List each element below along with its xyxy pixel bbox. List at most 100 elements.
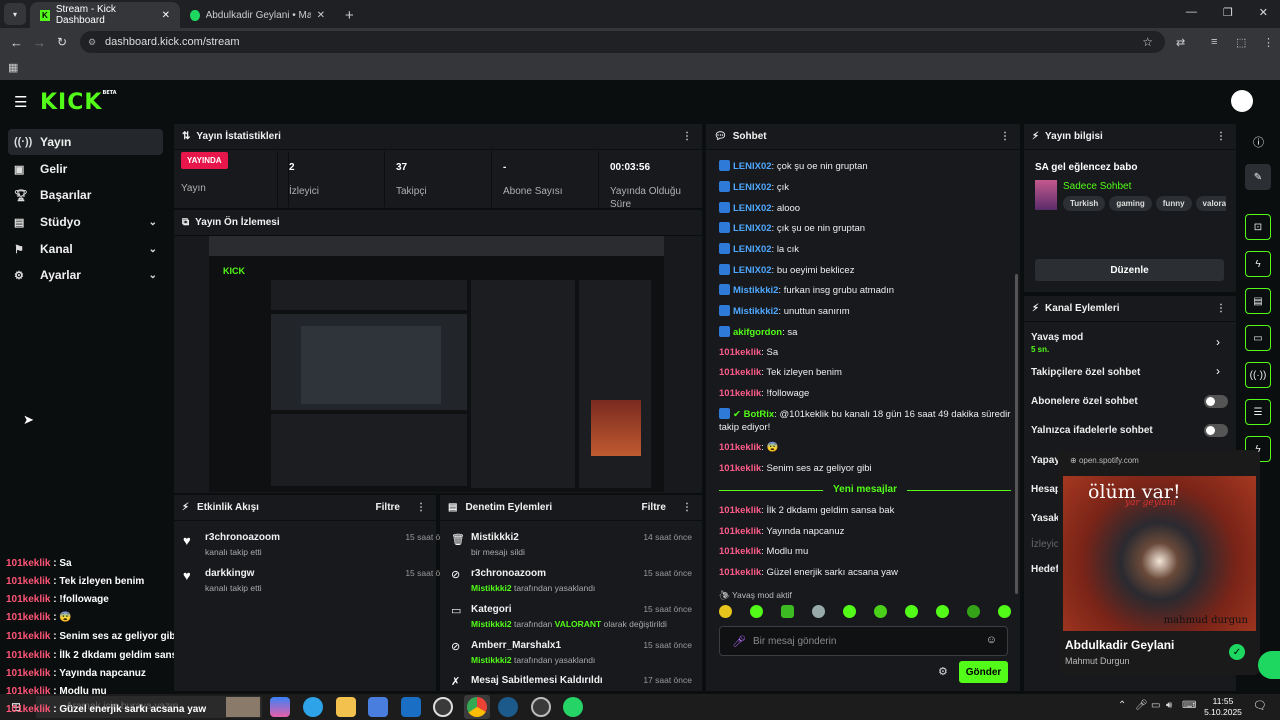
notification-icon[interactable]: 🗨︎ [1253,699,1267,712]
filter-button[interactable]: Filtre [642,502,666,513]
spotify-miniplayer[interactable]: ⊕ open.spotify.com ölüm var! yar geylani… [1058,450,1260,675]
tray-mic-icon[interactable]: 🎤︎ [1135,700,1148,711]
site-info-icon[interactable]: ⚙ [88,37,96,48]
rail-button-list[interactable]: ☰ [1245,399,1271,425]
filter-button[interactable]: Filtre [376,502,400,513]
sidebar-item-ayarlar[interactable]: ⚙ Ayarlar ⌄ [8,262,163,288]
rail-button-doc[interactable]: ▤ [1245,288,1271,314]
tray-clock[interactable]: 11:55 5.10.2025 [1204,696,1242,718]
info-icon[interactable]: ⓘ [1253,134,1264,150]
bookmark-star-icon[interactable]: ☆ [1142,35,1153,49]
emote-icon[interactable] [781,605,794,618]
chat-settings-icon[interactable]: ⚙ [938,665,948,678]
edit-button[interactable]: Düzenle [1035,259,1224,281]
rail-button-broadcast[interactable]: ((·)) [1245,362,1271,388]
chevron-down-icon[interactable]: ⌄ [149,270,157,281]
microphone-icon[interactable]: 🎤︎ [732,635,746,648]
chevron-down-icon[interactable]: ⌄ [149,244,157,255]
extensions-icon[interactable]: ⬚ [1236,36,1246,49]
media-control-icon[interactable]: ≡ [1211,36,1217,48]
close-tab-icon[interactable]: ✕ [162,10,170,21]
emote-icon[interactable] [998,605,1011,618]
badge-icon [719,305,730,316]
profile-avatar[interactable] [1231,90,1253,112]
tray-volume-icon[interactable]: 🔊︎ [1166,700,1172,711]
chat-message: LENIX02: la cık [719,243,799,255]
taskbar-app-steam[interactable] [498,697,518,717]
translate-icon[interactable]: ⇄ [1176,36,1185,49]
kebab-menu-icon[interactable]: ⋮ [1216,303,1226,314]
emotes-only-toggle[interactable] [1204,424,1228,437]
menu-icon[interactable]: ⋮ [1263,36,1274,49]
tag[interactable]: funny [1155,196,1192,211]
taskbar-app-outlook[interactable] [401,697,421,717]
kebab-menu-icon[interactable]: ⋮ [1216,131,1226,142]
emote-icon[interactable] [905,605,918,618]
sidebar-item-kanal[interactable]: ⚑ Kanal ⌄ [8,236,163,262]
floating-action-button[interactable] [1258,651,1280,679]
subs-only-toggle[interactable] [1204,395,1228,408]
tag[interactable]: Turkish [1063,196,1106,211]
category-name[interactable]: Sadece Sohbet [1063,181,1131,192]
hamburger-menu-icon[interactable]: ☰ [14,93,27,111]
emote-icon[interactable] [719,605,732,618]
maximize-icon[interactable]: ❐ [1223,6,1233,19]
chevron-right-icon[interactable]: › [1216,364,1220,378]
sidebar-item-gelir[interactable]: ▣ Gelir [8,156,163,182]
close-tab-icon[interactable]: ✕ [317,10,325,21]
sidebar-item-basarilar[interactable]: 🏆︎ Başarılar [8,182,163,208]
chat-input[interactable]: 🎤︎ Bir mesaj gönderin ☺ [719,626,1008,656]
kebab-menu-icon[interactable]: ⋮ [416,502,426,513]
kebab-menu-icon[interactable]: ⋮ [682,131,692,142]
taskbar-app-store[interactable] [368,697,388,717]
new-tab-button[interactable]: + [335,2,354,28]
url-field[interactable]: ⚙ dashboard.kick.com/stream ☆ [80,31,1165,53]
emote-icon[interactable] [843,605,856,618]
taskbar-app-copilot[interactable] [270,697,290,717]
minimize-icon[interactable]: — [1186,6,1197,19]
rail-button-bolt[interactable]: ϟ [1245,251,1271,277]
taskbar-app-explorer[interactable] [336,697,356,717]
taskbar-app-obs[interactable] [433,697,453,717]
preview-video[interactable]: KICK [209,236,664,492]
reload-icon[interactable]: ↻ [57,35,67,49]
emote-icon[interactable] [936,605,949,618]
tray-keyboard-icon[interactable]: ⌨ [1182,700,1196,711]
chevron-right-icon[interactable]: › [1216,335,1220,349]
rail-button-chat[interactable]: ▭ [1245,325,1271,351]
emote-icon[interactable] [874,605,887,618]
tab-spotify[interactable]: Abdulkadir Geylani • Mahm ✕ [180,2,335,28]
followers-only-setting[interactable]: Takipçilere özel sohbet [1031,367,1140,378]
kebab-menu-icon[interactable]: ⋮ [1000,131,1010,142]
emoji-picker-icon[interactable]: ☺ [986,634,997,646]
chat-scrollbar[interactable] [1015,274,1018,594]
edit-rail-button[interactable]: ✎ [1245,164,1271,190]
taskbar-app-whatsapp[interactable] [563,697,583,717]
tab-kick-dashboard[interactable]: K Stream - Kick Dashboard ✕ [30,2,180,28]
album-art: ölüm var! yar geylani mahmud durgun [1063,476,1256,631]
close-window-icon[interactable]: ✕ [1259,6,1268,19]
slow-mode-setting[interactable]: Yavaş mod 5 sn. [1031,332,1083,354]
emote-icon[interactable] [750,605,763,618]
kick-logo[interactable]: KICKBETA [40,90,117,115]
taskbar-app-edge[interactable] [303,697,323,717]
back-icon[interactable]: ← [10,35,23,50]
sidebar-item-yayin[interactable]: ((·)) Yayın [8,129,163,155]
send-button[interactable]: Gönder [959,661,1008,683]
tray-chevron-icon[interactable]: ⌃ [1118,700,1126,711]
apps-grid-icon[interactable]: ▦ [8,61,18,74]
saved-check-icon[interactable]: ✓ [1229,644,1245,660]
chevron-down-icon[interactable]: ⌄ [149,217,157,228]
tab-search-button[interactable]: ▾ [4,3,26,25]
tray-network-icon[interactable]: ▭ [1151,700,1160,711]
kebab-menu-icon[interactable]: ⋮ [682,502,692,513]
emote-icon[interactable] [967,605,980,618]
tag[interactable]: gaming [1109,196,1152,211]
rail-button-clip[interactable]: ⊡ [1245,214,1271,240]
taskbar-app-recorder[interactable] [531,697,551,717]
tag[interactable]: valoran [1195,196,1226,211]
emote-icon[interactable] [812,605,825,618]
badge-icon [719,202,730,213]
forward-icon[interactable]: → [33,35,46,50]
sidebar-item-studyo[interactable]: ▤ Stüdyo ⌄ [8,209,163,235]
